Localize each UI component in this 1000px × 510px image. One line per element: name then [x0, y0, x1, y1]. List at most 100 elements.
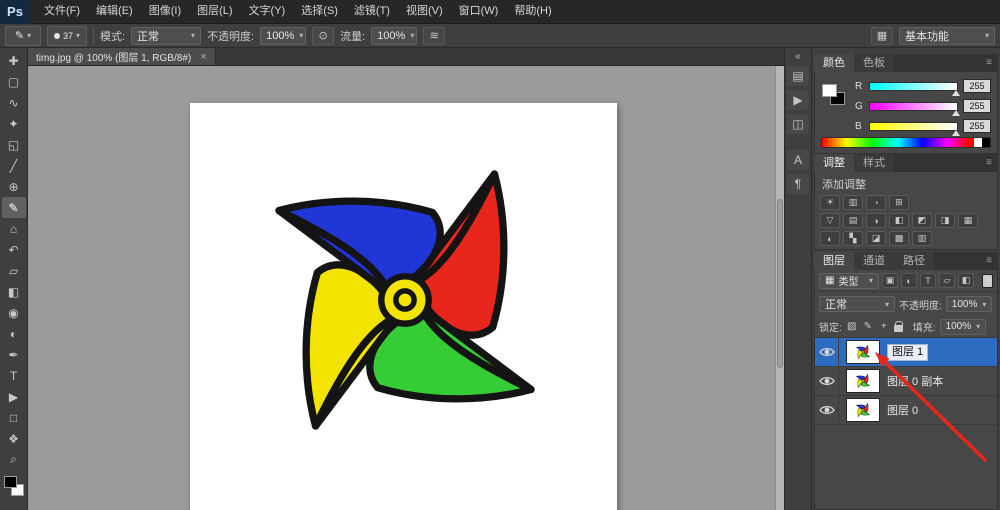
tool-spot-healing[interactable]: ⊕	[2, 176, 26, 197]
tool-path-selection[interactable]: ▶	[2, 386, 26, 407]
properties-panel-icon[interactable]: ◫	[787, 114, 809, 134]
exposure-icon[interactable]: ⊞	[889, 195, 909, 210]
blue-channel-value[interactable]: 255	[963, 119, 991, 133]
tool-brush[interactable]: ✎	[2, 197, 26, 218]
filter-adjustment-layers-icon[interactable]: ◐	[901, 273, 917, 288]
tool-clone-stamp[interactable]: ⌂	[2, 218, 26, 239]
color-fg-bg-swatches[interactable]	[822, 84, 850, 110]
tool-dodge[interactable]: ◐	[2, 323, 26, 344]
red-channel-value[interactable]: 255	[963, 79, 991, 93]
menu-window[interactable]: 窗口(W)	[451, 0, 507, 23]
menu-type[interactable]: 文字(Y)	[241, 0, 294, 23]
levels-icon[interactable]: ▥	[843, 195, 863, 210]
vibrance-icon[interactable]: ▽	[820, 213, 840, 228]
paragraph-panel-icon[interactable]: ¶	[787, 174, 809, 194]
close-icon[interactable]: ×	[200, 51, 206, 63]
menu-layer[interactable]: 图层(L)	[189, 0, 240, 23]
canvas-scrollbar[interactable]	[775, 66, 784, 510]
red-channel-slider[interactable]	[869, 82, 958, 91]
layer-fill-select[interactable]: 100%	[940, 319, 986, 335]
tool-hand[interactable]: ❖	[2, 428, 26, 449]
selective-color-icon[interactable]: ▥	[912, 231, 932, 246]
menu-select[interactable]: 选择(S)	[293, 0, 346, 23]
lock-transparent-pixels-icon[interactable]: ▨	[846, 321, 858, 332]
tablet-pressure-opacity-icon[interactable]: ⊙	[312, 27, 334, 45]
tab-adjustments[interactable]: 调整	[814, 154, 854, 172]
tool-quick-selection[interactable]: ✦	[2, 113, 26, 134]
workspace-select[interactable]: 基本功能	[899, 27, 995, 45]
slider-handle[interactable]	[952, 110, 960, 116]
tool-type[interactable]: T	[2, 365, 26, 386]
airbrush-icon[interactable]: ≋	[423, 27, 445, 45]
filter-shape-layers-icon[interactable]: ▱	[939, 273, 955, 288]
tool-move[interactable]: ✚	[2, 50, 26, 71]
lock-image-pixels-icon[interactable]: ✎	[862, 321, 874, 332]
actions-panel-icon[interactable]: ▶	[787, 90, 809, 110]
blend-mode-select[interactable]: 正常	[131, 27, 201, 45]
green-channel-value[interactable]: 255	[963, 99, 991, 113]
history-panel-icon[interactable]: ▤	[787, 66, 809, 86]
layer-opacity-select[interactable]: 100%	[946, 296, 992, 312]
spectrum-gradient[interactable]	[822, 138, 974, 147]
layer-blend-mode-select[interactable]: 正常	[819, 296, 895, 312]
layer-thumbnail[interactable]	[846, 340, 880, 364]
color-lookup-icon[interactable]: ▦	[958, 213, 978, 228]
document-image[interactable]	[190, 103, 617, 510]
tool-crop[interactable]: ◱	[2, 134, 26, 155]
filter-pixel-layers-icon[interactable]: ▣	[882, 273, 898, 288]
layer-thumbnail[interactable]	[846, 398, 880, 422]
filter-toggle-switch[interactable]	[982, 274, 993, 288]
black-white-icon[interactable]: ◧	[889, 213, 909, 228]
opacity-select[interactable]: 100%	[260, 27, 306, 45]
layer-visibility-toggle[interactable]	[815, 367, 839, 395]
tool-history-brush[interactable]: ↶	[2, 239, 26, 260]
layer-row-3[interactable]: 图层 0	[815, 396, 997, 425]
posterize-icon[interactable]: ▚	[843, 231, 863, 246]
tool-eraser[interactable]: ▱	[2, 260, 26, 281]
layer-filter-select[interactable]: ▦ 类型	[819, 273, 879, 289]
menu-help[interactable]: 帮助(H)	[506, 0, 559, 23]
tool-lasso[interactable]: ∿	[2, 92, 26, 113]
lock-position-icon[interactable]: +	[878, 321, 890, 332]
foreground-color-swatch[interactable]	[822, 84, 837, 97]
document-tab[interactable]: timg.jpg @ 100% (图层 1, RGB/8#) ×	[28, 48, 216, 65]
lock-all-icon[interactable]	[894, 325, 903, 332]
tool-rectangle-shape[interactable]: □	[2, 407, 26, 428]
flow-select[interactable]: 100%	[371, 27, 417, 45]
tool-eyedropper[interactable]: ╱	[2, 155, 26, 176]
brush-preset-picker[interactable]: 37	[47, 26, 87, 46]
tool-rectangular-marquee[interactable]: ▢	[2, 71, 26, 92]
collapse-panels-icon[interactable]: «	[787, 50, 809, 62]
canvas-area[interactable]	[28, 66, 784, 510]
panel-menu-icon[interactable]: ≡	[980, 154, 998, 172]
color-spectrum-ramp[interactable]	[821, 137, 991, 148]
channel-mixer-icon[interactable]: ◨	[935, 213, 955, 228]
foreground-background-swatches[interactable]	[3, 475, 25, 497]
layer-name[interactable]: 图层 0 副本	[887, 373, 943, 389]
layer-thumbnail[interactable]	[846, 369, 880, 393]
green-channel-slider[interactable]	[869, 102, 958, 111]
menu-file[interactable]: 文件(F)	[36, 0, 88, 23]
foreground-color-swatch[interactable]	[4, 476, 17, 488]
tab-styles[interactable]: 样式	[854, 154, 894, 172]
filter-smart-objects-icon[interactable]: ◧	[958, 273, 974, 288]
tool-blur[interactable]: ◉	[2, 302, 26, 323]
layer-visibility-toggle[interactable]	[815, 396, 839, 424]
menu-edit[interactable]: 编辑(E)	[88, 0, 141, 23]
character-panel-icon[interactable]: A	[787, 150, 809, 170]
panel-menu-icon[interactable]: ≡	[980, 252, 998, 270]
color-balance-icon[interactable]: ◑	[866, 213, 886, 228]
current-tool-button[interactable]: ✎	[5, 26, 41, 46]
tab-color[interactable]: 颜色	[814, 54, 854, 72]
spectrum-bw-end[interactable]	[974, 138, 990, 147]
tab-paths[interactable]: 路径	[894, 252, 934, 270]
menu-view[interactable]: 视图(V)	[398, 0, 451, 23]
slider-handle[interactable]	[952, 130, 960, 136]
threshold-icon[interactable]: ◪	[866, 231, 886, 246]
scrollbar-thumb[interactable]	[777, 199, 783, 368]
menu-filter[interactable]: 滤镜(T)	[346, 0, 398, 23]
curves-icon[interactable]: ◔	[866, 195, 886, 210]
tool-zoom[interactable]: ⌕	[2, 449, 26, 470]
layer-row-2[interactable]: 图层 0 副本	[815, 367, 997, 396]
brightness-contrast-icon[interactable]: ☀	[820, 195, 840, 210]
